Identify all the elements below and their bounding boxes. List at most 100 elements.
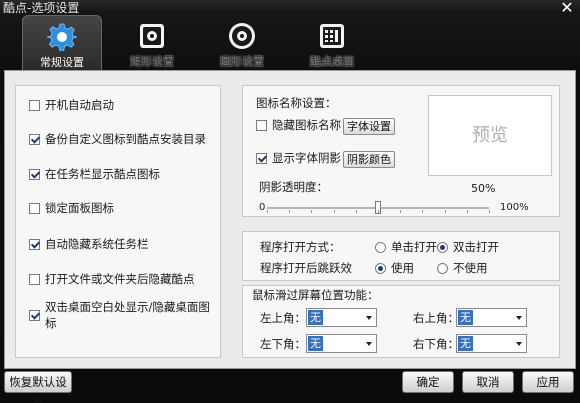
radio-jump-use[interactable]: 使用 xyxy=(375,260,414,276)
radio-jump-not-use[interactable]: 不使用 xyxy=(437,260,488,276)
settings-content: 开机自动启动 备份自定义图标到酷点安装目录 在任务栏显示酷点图标 锁定面板图标 … xyxy=(4,70,576,369)
slider-min-label: 0 xyxy=(259,202,266,213)
select-value: 无 xyxy=(458,336,473,351)
slider-tick xyxy=(400,210,402,213)
slider-max-label: 100% xyxy=(500,202,529,213)
gear-icon xyxy=(46,22,78,52)
checkbox-icon[interactable] xyxy=(29,168,40,180)
checkbox-label: 备份自定义图标到酷点安装目录 xyxy=(45,132,206,146)
bottom-right-select[interactable]: 无 xyxy=(456,334,527,353)
window-title: 酷点-选项设置 xyxy=(3,1,80,15)
tab-circle-label: 圆形设置 xyxy=(220,55,264,68)
radio-icon[interactable] xyxy=(437,262,448,274)
slider-tick xyxy=(267,210,268,213)
select-value: 无 xyxy=(308,310,323,325)
checkbox-icon[interactable] xyxy=(29,202,40,214)
font-settings-button[interactable]: 字体设置 xyxy=(343,118,395,135)
radio-double-click[interactable]: 双击打开 xyxy=(437,239,499,255)
radio-label: 不使用 xyxy=(453,261,488,275)
tab-desktop[interactable]: 酷点桌面 xyxy=(292,15,372,70)
radio-icon[interactable] xyxy=(437,241,448,253)
radio-icon[interactable] xyxy=(375,241,386,253)
desktop-grid-icon xyxy=(317,21,347,51)
checkbox-label: 打开文件或文件夹后隐藏酷点 xyxy=(45,272,195,286)
checkbox-autostart[interactable]: 开机自动启动 xyxy=(29,97,114,113)
checkbox-icon[interactable] xyxy=(256,152,267,164)
program-open-panel: 程序打开方式： 单击打开 双击打开 程序打开后跳跃效 使用 不使用 xyxy=(242,231,560,281)
close-button[interactable]: ✕ xyxy=(560,0,574,16)
icon-name-heading: 图标名称设置： xyxy=(256,96,337,110)
shadow-color-button[interactable]: 阴影颜色 xyxy=(343,151,395,168)
slider-tick xyxy=(466,210,468,213)
opacity-label: 阴影透明度： xyxy=(259,180,328,194)
radio-label: 使用 xyxy=(391,261,414,275)
reset-defaults-button[interactable]: 恢复默认设置 xyxy=(4,371,72,403)
checkbox-taskbar-icon[interactable]: 在任务栏显示酷点图标 xyxy=(29,166,160,182)
checkbox-lock-panel[interactable]: 锁定面板图标 xyxy=(29,200,114,216)
apply-button[interactable]: 应用 xyxy=(522,371,574,393)
checkbox-hide-taskbar[interactable]: 自动隐藏系统任务栏 xyxy=(29,236,149,252)
top-left-label: 左上角： xyxy=(260,311,306,325)
tab-general-label: 常规设置 xyxy=(40,56,84,69)
bottom-right-label: 右下角： xyxy=(413,337,459,351)
radio-single-click[interactable]: 单击打开 xyxy=(375,239,437,255)
cancel-button[interactable]: 取消 xyxy=(462,371,514,393)
general-options-panel: 开机自动启动 备份自定义图标到酷点安装目录 在任务栏显示酷点图标 锁定面板图标 … xyxy=(15,85,221,358)
top-left-select[interactable]: 无 xyxy=(306,308,377,327)
slider-tick xyxy=(444,210,446,213)
checkbox-label: 开机自动启动 xyxy=(45,98,114,112)
checkbox-label: 隐藏图标名称 xyxy=(272,118,341,132)
screen-corner-panel: 鼠标滑过屏幕位置功能： 左上角： 无 右上角： 无 左下角： 无 右下角： 无 xyxy=(242,285,560,358)
icon-name-panel: 图标名称设置： 隐藏图标名称 字体设置 显示字体阴影 阴影颜色 预览 阴影透明度… xyxy=(242,85,560,217)
checkbox-icon[interactable] xyxy=(29,238,40,250)
chevron-down-icon xyxy=(366,342,372,346)
radio-label: 单击打开 xyxy=(391,240,437,254)
checkbox-icon[interactable] xyxy=(29,133,40,145)
slider-tick xyxy=(422,210,424,213)
chevron-down-icon xyxy=(516,342,522,346)
slider-tick xyxy=(489,210,490,213)
checkbox-show-shadow[interactable]: 显示字体阴影 xyxy=(256,150,341,166)
bottom-left-select[interactable]: 无 xyxy=(306,334,377,353)
radio-icon[interactable] xyxy=(375,262,386,274)
radio-label: 双击打开 xyxy=(453,240,499,254)
tab-rect-label: 矩形设置 xyxy=(130,55,174,68)
chevron-down-icon xyxy=(366,316,372,320)
select-value: 无 xyxy=(308,336,323,351)
checkbox-icon[interactable] xyxy=(29,273,40,285)
checkbox-icon[interactable] xyxy=(29,99,40,111)
checkbox-label: 锁定面板图标 xyxy=(45,201,114,215)
corner-heading: 鼠标滑过屏幕位置功能： xyxy=(252,288,379,302)
checkbox-icon[interactable] xyxy=(256,119,267,131)
checkbox-icon[interactable] xyxy=(29,309,40,321)
title-bar[interactable]: 酷点-选项设置 ✕ xyxy=(0,0,580,16)
tab-desktop-label: 酷点桌面 xyxy=(310,55,354,68)
checkbox-label: 自动隐藏系统任务栏 xyxy=(45,237,149,251)
settings-window: 酷点-选项设置 ✕ 常规设置 矩形设置 圆形设置 酷点桌面 开机自动启动 备份自… xyxy=(0,0,580,403)
square-gear-icon xyxy=(137,21,167,51)
top-right-label: 右上角： xyxy=(413,311,459,325)
tab-circle[interactable]: 圆形设置 xyxy=(202,15,282,70)
checkbox-label: 在任务栏显示酷点图标 xyxy=(45,167,160,181)
checkbox-hide-after-open[interactable]: 打开文件或文件夹后隐藏酷点 xyxy=(29,271,195,287)
checkbox-label: 双击桌面空白处显示/隐藏桌面图标 xyxy=(45,300,210,330)
tab-rect[interactable]: 矩形设置 xyxy=(112,15,192,70)
bottom-left-label: 左下角： xyxy=(260,337,306,351)
ok-button[interactable]: 确定 xyxy=(402,371,454,393)
tab-general[interactable]: 常规设置 xyxy=(22,15,102,70)
slider-tick xyxy=(355,210,357,213)
slider-tick xyxy=(333,210,335,213)
checkbox-hide-icon-name[interactable]: 隐藏图标名称 xyxy=(256,117,341,133)
slider-tick xyxy=(311,210,313,213)
chevron-down-icon xyxy=(516,316,522,320)
circle-gear-icon xyxy=(227,21,257,51)
open-mode-label: 程序打开方式： xyxy=(260,240,341,254)
opacity-value: 50% xyxy=(471,182,496,195)
slider-tick xyxy=(378,210,379,213)
jump-effect-label: 程序打开后跳跃效 xyxy=(260,261,352,275)
checkbox-label: 显示字体阴影 xyxy=(272,151,341,165)
checkbox-backup-icons[interactable]: 备份自定义图标到酷点安装目录 xyxy=(29,131,206,147)
preview-box: 预览 xyxy=(428,95,552,176)
checkbox-double-click-desktop[interactable]: 双击桌面空白处显示/隐藏桌面图标 xyxy=(29,300,220,330)
top-right-select[interactable]: 无 xyxy=(456,308,527,327)
